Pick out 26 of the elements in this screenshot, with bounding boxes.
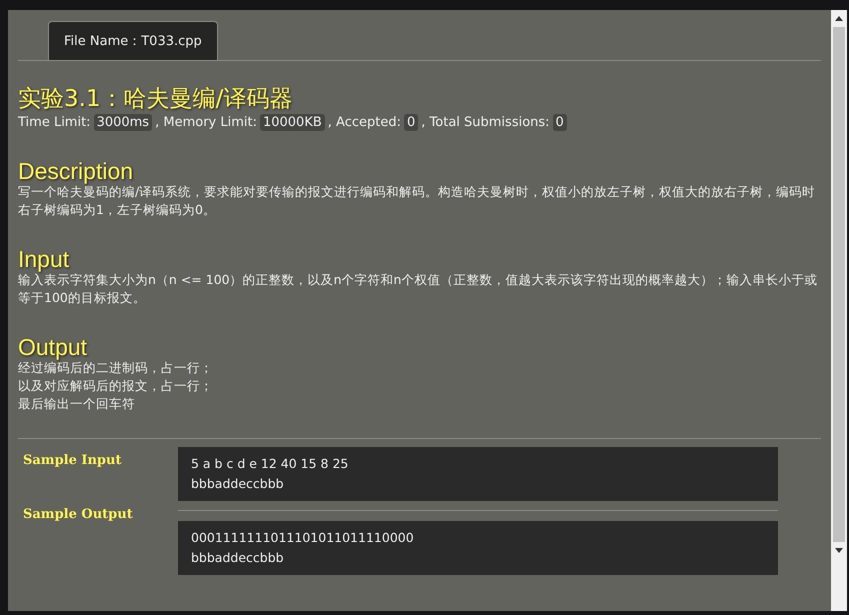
stat-value: 3000ms bbox=[94, 114, 152, 131]
stat-value: 10000KB bbox=[260, 114, 325, 131]
scrollbar[interactable] bbox=[831, 10, 847, 611]
sample-code-block: 5 a b c d e 12 40 15 8 25 bbbaddeccbbb bbox=[178, 447, 778, 501]
stat-value: 0 bbox=[552, 114, 567, 131]
stat-label: , Memory Limit: bbox=[155, 115, 257, 130]
section-heading: Input bbox=[18, 247, 70, 271]
stat-label: , Total Submissions: bbox=[421, 115, 550, 130]
scrollbar-thumb[interactable] bbox=[833, 27, 845, 542]
section-heading: Output bbox=[18, 335, 88, 359]
section-text: 最后输出一个回车符 bbox=[18, 395, 136, 413]
section-text: 写一个哈夫曼码的编/译码系统，要求能对要传输的报文进行编码和解码。构造哈夫曼树时，权值小的放左子树，权值大的放右子树，编码时右子树编码为1，左子树编码为0。 bbox=[18, 184, 816, 219]
section-text: 经过编码后的二进制码，占一行； bbox=[18, 360, 214, 377]
sample-code-block: 0001111111011101011011110000 bbbaddeccbbb bbox=[178, 521, 778, 575]
stat-label: Time Limit: bbox=[18, 115, 91, 130]
section-text: 输入表示字符集大小为n（n <= 100）的正整数，以及n个字符和n个权值（正整数，值越大表示该字符出现的概率越大）；输入串长小于或等于100的目标报文。 bbox=[18, 272, 818, 307]
section-text: 以及对应解码后的报文，占一行； bbox=[18, 377, 214, 395]
scroll-up-icon[interactable] bbox=[835, 16, 843, 21]
stat-value: 0 bbox=[404, 114, 418, 131]
stat-label: , Accepted: bbox=[328, 115, 401, 130]
section-heading: Description bbox=[18, 159, 134, 183]
sample-label: Sample Output bbox=[22, 506, 134, 524]
sample-label: Sample Input bbox=[22, 452, 122, 470]
scroll-down-icon[interactable] bbox=[835, 548, 843, 553]
file-name-tab[interactable]: File Name：T033.cpp bbox=[48, 21, 218, 60]
problem-title: 实验3.1：哈夫曼编/译码器 bbox=[18, 85, 294, 113]
